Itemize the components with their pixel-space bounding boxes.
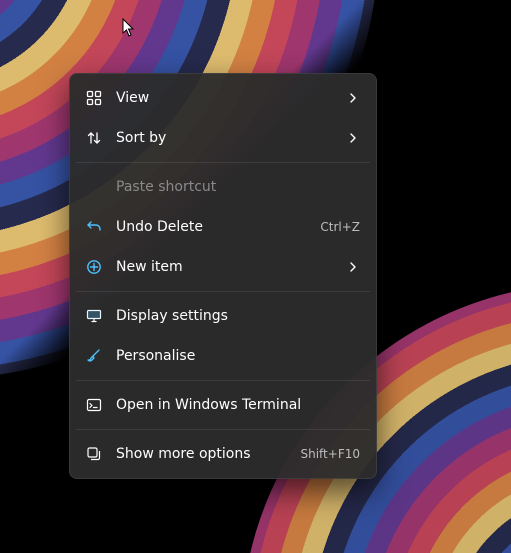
more-icon xyxy=(86,446,102,462)
menu-item-label: Paste shortcut xyxy=(116,179,360,195)
menu-separator xyxy=(76,291,370,292)
menu-item-personal[interactable]: Personalise xyxy=(74,336,372,376)
menu-item-label: Display settings xyxy=(116,308,360,324)
grid-icon xyxy=(86,90,102,106)
blank-icon xyxy=(86,179,102,195)
menu-item-shortcut: Ctrl+Z xyxy=(320,220,360,234)
chevron-right-icon xyxy=(346,260,360,274)
menu-item-label: View xyxy=(116,90,332,106)
menu-item-label: Open in Windows Terminal xyxy=(116,397,360,413)
menu-separator xyxy=(76,429,370,430)
menu-item-undo[interactable]: Undo Delete Ctrl+Z xyxy=(74,207,372,247)
menu-separator xyxy=(76,162,370,163)
menu-item-display[interactable]: Display settings xyxy=(74,296,372,336)
menu-item-newitem[interactable]: New item xyxy=(74,247,372,287)
menu-item-label: Undo Delete xyxy=(116,219,306,235)
new-icon xyxy=(86,259,102,275)
menu-item-view[interactable]: View xyxy=(74,78,372,118)
chevron-right-icon xyxy=(346,91,360,105)
menu-item-paste-shortcut: Paste shortcut xyxy=(74,167,372,207)
menu-item-label: Show more options xyxy=(116,446,286,462)
sort-icon xyxy=(86,130,102,146)
menu-item-sortby[interactable]: Sort by xyxy=(74,118,372,158)
menu-item-label: Sort by xyxy=(116,130,332,146)
menu-item-more[interactable]: Show more options Shift+F10 xyxy=(74,434,372,474)
desktop-context-menu: View Sort by Paste shortcut Undo Delete Ct… xyxy=(69,73,377,479)
undo-icon xyxy=(86,219,102,235)
menu-item-label: New item xyxy=(116,259,332,275)
menu-separator xyxy=(76,380,370,381)
menu-item-shortcut: Shift+F10 xyxy=(300,447,360,461)
display-icon xyxy=(86,308,102,324)
chevron-right-icon xyxy=(346,131,360,145)
menu-item-terminal[interactable]: Open in Windows Terminal xyxy=(74,385,372,425)
terminal-icon xyxy=(86,397,102,413)
brush-icon xyxy=(86,348,102,364)
menu-item-label: Personalise xyxy=(116,348,360,364)
